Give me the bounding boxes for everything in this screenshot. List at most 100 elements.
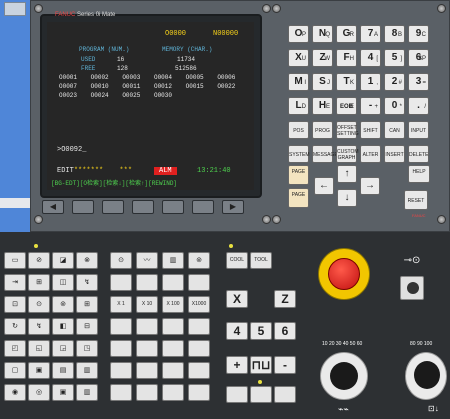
mode-button[interactable]: ▣ bbox=[28, 362, 50, 379]
softkey-button[interactable] bbox=[192, 200, 214, 214]
softkey-button[interactable] bbox=[132, 200, 154, 214]
jog-minus-button[interactable]: - bbox=[274, 356, 296, 374]
softkey-prev-button[interactable]: ◀ bbox=[42, 200, 64, 214]
key-2[interactable]: 2 # bbox=[384, 73, 405, 91]
function-button[interactable] bbox=[162, 362, 184, 379]
key-4[interactable]: 4[ bbox=[360, 49, 381, 67]
key-eob[interactable]: EOB E bbox=[336, 97, 357, 115]
function-button[interactable] bbox=[110, 362, 132, 379]
axis-z-button[interactable]: Z bbox=[274, 290, 296, 308]
function-button[interactable] bbox=[162, 384, 184, 401]
key-offset-setting[interactable]: OFFSET SETTING bbox=[336, 121, 359, 139]
mode-button[interactable]: ⊗ bbox=[76, 252, 98, 269]
function-button[interactable] bbox=[188, 274, 210, 291]
function-button[interactable] bbox=[136, 274, 158, 291]
key-switch[interactable] bbox=[400, 276, 424, 300]
key-g[interactable]: GR bbox=[336, 25, 357, 43]
key-alter[interactable]: ALTER bbox=[360, 145, 381, 163]
function-button[interactable]: 〰 bbox=[136, 252, 158, 269]
key-delete[interactable]: DELETE bbox=[408, 145, 429, 163]
cursor-down-button[interactable]: ↓ bbox=[337, 189, 357, 207]
key-system[interactable]: SYSTEM bbox=[288, 145, 310, 163]
mode-button[interactable]: ⇥ bbox=[4, 274, 26, 291]
handwheel-step-button[interactable]: X 1 bbox=[110, 296, 132, 313]
key-n[interactable]: NQ bbox=[312, 25, 333, 43]
function-button[interactable] bbox=[188, 384, 210, 401]
page-down-button[interactable]: PAGE bbox=[288, 188, 309, 208]
key-.[interactable]: . / bbox=[408, 97, 429, 115]
mode-button[interactable]: ⊙ bbox=[28, 296, 50, 313]
mode-button[interactable]: ◫ bbox=[52, 274, 74, 291]
function-button[interactable] bbox=[162, 318, 184, 335]
mode-button[interactable]: ◪ bbox=[52, 252, 74, 269]
function-button[interactable] bbox=[110, 318, 132, 335]
mode-button[interactable]: ↯ bbox=[28, 318, 50, 335]
key-9[interactable]: 9C bbox=[408, 25, 429, 43]
mode-button[interactable]: ▭ bbox=[4, 252, 26, 269]
key-x[interactable]: XU bbox=[288, 49, 309, 67]
mode-button[interactable]: ⊞ bbox=[28, 274, 50, 291]
emergency-stop-button[interactable] bbox=[328, 258, 360, 290]
key-h[interactable]: HE bbox=[312, 97, 333, 115]
tool-button[interactable]: TOOL bbox=[250, 252, 272, 269]
function-button[interactable] bbox=[110, 340, 132, 357]
key-1[interactable]: 1, bbox=[360, 73, 381, 91]
key-custom-graph[interactable]: CUSTOM GRAPH bbox=[336, 145, 359, 163]
jog-plus-button[interactable]: + bbox=[226, 356, 248, 374]
key-5[interactable]: 5] bbox=[384, 49, 405, 67]
blank-button[interactable] bbox=[274, 386, 296, 403]
key-o[interactable]: OP bbox=[288, 25, 309, 43]
mode-button[interactable]: ◉ bbox=[4, 384, 26, 401]
mode-button[interactable]: ⊘ bbox=[28, 252, 50, 269]
mode-button[interactable]: ▢ bbox=[4, 362, 26, 379]
key-8[interactable]: 8B bbox=[384, 25, 405, 43]
mode-button[interactable]: ▣ bbox=[52, 384, 74, 401]
mode-button[interactable]: ◱ bbox=[28, 340, 50, 357]
function-button[interactable] bbox=[188, 318, 210, 335]
softkey-button[interactable] bbox=[162, 200, 184, 214]
key-6[interactable]: 6 SP bbox=[408, 49, 429, 67]
key-t[interactable]: TK bbox=[336, 73, 357, 91]
function-button[interactable]: ⊚ bbox=[188, 252, 210, 269]
function-button[interactable]: ▥ bbox=[162, 252, 184, 269]
key--[interactable]: - + bbox=[360, 97, 381, 115]
softkey-button[interactable] bbox=[72, 200, 94, 214]
key-shift[interactable]: SHIFT bbox=[360, 121, 381, 139]
function-button[interactable] bbox=[136, 318, 158, 335]
function-button[interactable] bbox=[136, 362, 158, 379]
mode-button[interactable]: ◳ bbox=[76, 340, 98, 357]
mode-button[interactable]: ▥ bbox=[76, 362, 98, 379]
rapid-button[interactable]: ⊓⊔ bbox=[250, 356, 272, 374]
key-message[interactable]: MESSAGE bbox=[312, 145, 338, 163]
help-button[interactable]: HELP bbox=[408, 165, 430, 183]
key-s[interactable]: SJ bbox=[312, 73, 333, 91]
key-input[interactable]: INPUT bbox=[408, 121, 429, 139]
softkey-button[interactable] bbox=[102, 200, 124, 214]
feed-override-knob[interactable] bbox=[330, 362, 358, 390]
cursor-left-button[interactable]: ← bbox=[314, 177, 334, 195]
function-button[interactable] bbox=[188, 340, 210, 357]
cursor-right-button[interactable]: → bbox=[360, 177, 380, 195]
key-f[interactable]: FH bbox=[336, 49, 357, 67]
mode-button[interactable]: ◧ bbox=[52, 318, 74, 335]
mode-button[interactable]: ⊟ bbox=[76, 318, 98, 335]
key-prog[interactable]: PROG bbox=[312, 121, 333, 139]
mode-button[interactable]: ◲ bbox=[52, 340, 74, 357]
spindle-override-knob[interactable] bbox=[414, 361, 440, 389]
coolant-button[interactable]: COOL bbox=[226, 252, 248, 269]
page-up-button[interactable]: PAGE bbox=[288, 165, 309, 185]
window-tab[interactable] bbox=[4, 2, 26, 16]
function-button[interactable] bbox=[136, 340, 158, 357]
handwheel-step-button[interactable]: X 10 bbox=[136, 296, 158, 313]
mode-button[interactable]: ↻ bbox=[4, 318, 26, 335]
mode-button[interactable]: ▥ bbox=[76, 384, 98, 401]
function-button[interactable] bbox=[162, 340, 184, 357]
handwheel-step-button[interactable]: X1000 bbox=[188, 296, 210, 313]
reset-button[interactable]: RESET bbox=[404, 190, 428, 210]
cursor-up-button[interactable]: ↑ bbox=[337, 165, 357, 183]
axis-x-button[interactable]: X bbox=[226, 290, 248, 308]
mode-button[interactable]: ⊚ bbox=[52, 296, 74, 313]
mode-button[interactable]: ⊞ bbox=[76, 296, 98, 313]
blank-button[interactable] bbox=[226, 386, 248, 403]
key-0[interactable]: 0 * bbox=[384, 97, 405, 115]
